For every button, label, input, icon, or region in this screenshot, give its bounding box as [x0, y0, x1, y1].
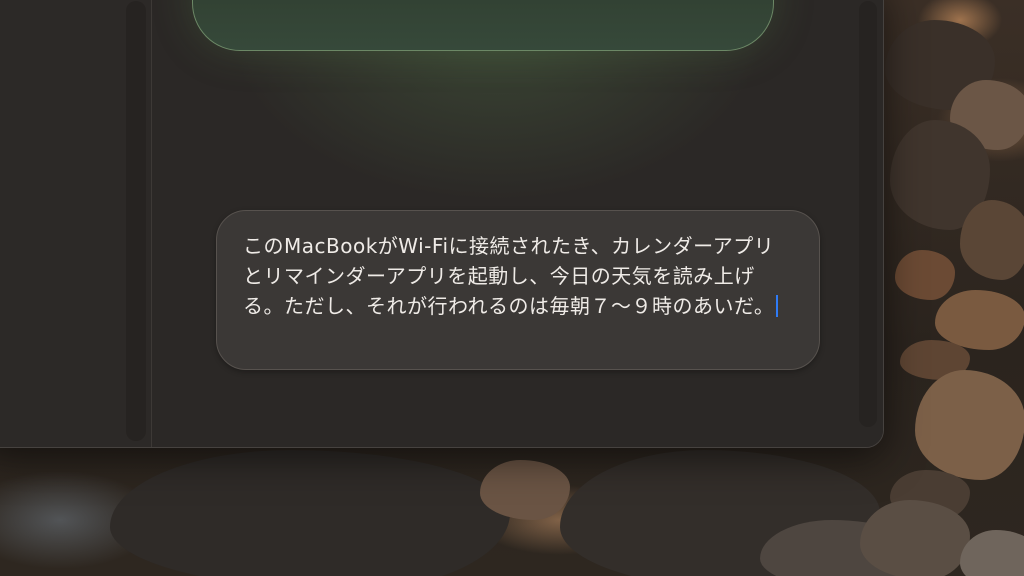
- text-caret: [776, 295, 779, 317]
- rock: [895, 250, 955, 300]
- prompt-text[interactable]: このMacBookがWi-Fiに接続されたき、カレンダーアプリとリマインダーアプ…: [243, 231, 783, 321]
- response-card: [192, 0, 774, 51]
- rock: [915, 370, 1024, 480]
- sidebar-pane: [0, 0, 152, 447]
- rock: [860, 500, 970, 576]
- prompt-input-bubble[interactable]: このMacBookがWi-Fiに接続されたき、カレンダーアプリとリマインダーアプ…: [216, 210, 820, 370]
- prompt-text-content: このMacBookがWi-Fiに接続されたき、カレンダーアプリとリマインダーアプ…: [243, 234, 775, 318]
- sidebar-scrollbar[interactable]: [126, 1, 146, 441]
- rock: [480, 460, 570, 520]
- main-scrollbar[interactable]: [859, 1, 877, 427]
- rock: [110, 450, 510, 576]
- rock: [960, 200, 1024, 280]
